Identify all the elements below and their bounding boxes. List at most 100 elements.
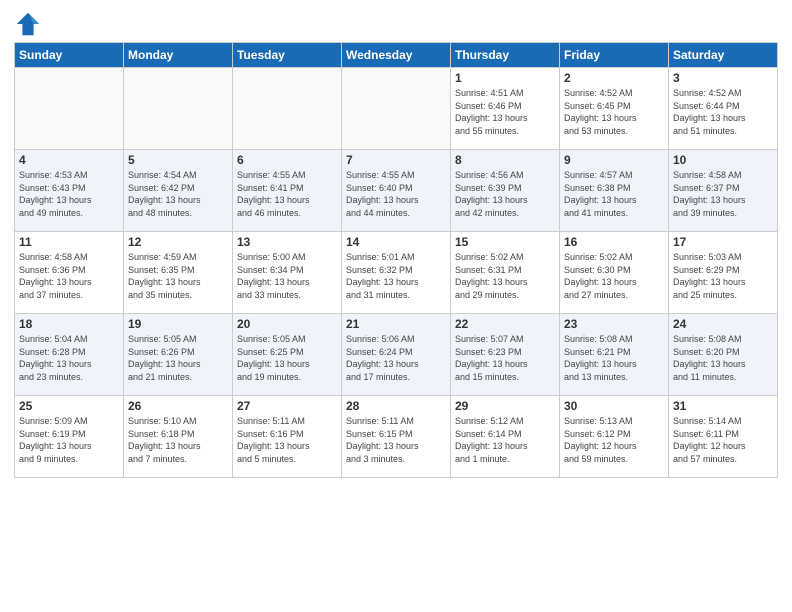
calendar-cell: 9 Sunrise: 4:57 AM Sunset: 6:38 PM Daylig… <box>560 150 669 232</box>
day-info: Sunrise: 4:52 AM Sunset: 6:45 PM Dayligh… <box>564 87 664 137</box>
day-number: 17 <box>673 235 773 249</box>
day-number: 8 <box>455 153 555 167</box>
day-number: 29 <box>455 399 555 413</box>
calendar-cell: 26 Sunrise: 5:10 AM Sunset: 6:18 PM Dayli… <box>124 396 233 478</box>
day-number: 9 <box>564 153 664 167</box>
day-number: 31 <box>673 399 773 413</box>
day-number: 14 <box>346 235 446 249</box>
calendar-cell: 21 Sunrise: 5:06 AM Sunset: 6:24 PM Dayli… <box>342 314 451 396</box>
calendar-cell: 22 Sunrise: 5:07 AM Sunset: 6:23 PM Dayli… <box>451 314 560 396</box>
calendar-table: SundayMondayTuesdayWednesdayThursdayFrid… <box>14 42 778 478</box>
day-number: 21 <box>346 317 446 331</box>
day-info: Sunrise: 5:14 AM Sunset: 6:11 PM Dayligh… <box>673 415 773 465</box>
day-number: 2 <box>564 71 664 85</box>
logo-icon <box>14 10 42 38</box>
day-number: 10 <box>673 153 773 167</box>
calendar-cell: 29 Sunrise: 5:12 AM Sunset: 6:14 PM Dayli… <box>451 396 560 478</box>
day-number: 25 <box>19 399 119 413</box>
day-number: 28 <box>346 399 446 413</box>
day-info: Sunrise: 5:00 AM Sunset: 6:34 PM Dayligh… <box>237 251 337 301</box>
day-number: 27 <box>237 399 337 413</box>
calendar-cell: 1 Sunrise: 4:51 AM Sunset: 6:46 PM Daylig… <box>451 68 560 150</box>
calendar-header-thursday: Thursday <box>451 43 560 68</box>
day-number: 5 <box>128 153 228 167</box>
calendar-cell: 2 Sunrise: 4:52 AM Sunset: 6:45 PM Daylig… <box>560 68 669 150</box>
calendar-cell: 4 Sunrise: 4:53 AM Sunset: 6:43 PM Daylig… <box>15 150 124 232</box>
calendar-cell: 6 Sunrise: 4:55 AM Sunset: 6:41 PM Daylig… <box>233 150 342 232</box>
day-number: 22 <box>455 317 555 331</box>
day-info: Sunrise: 4:55 AM Sunset: 6:40 PM Dayligh… <box>346 169 446 219</box>
logo-area <box>14 10 44 38</box>
calendar-header-wednesday: Wednesday <box>342 43 451 68</box>
page-container: SundayMondayTuesdayWednesdayThursdayFrid… <box>0 0 792 486</box>
calendar-cell: 18Sunrise: 5:04 AM Sunset: 6:28 PM Dayli… <box>15 314 124 396</box>
day-number: 24 <box>673 317 773 331</box>
day-number: 18 <box>19 317 119 331</box>
day-number: 16 <box>564 235 664 249</box>
calendar-cell: 14 Sunrise: 5:01 AM Sunset: 6:32 PM Dayli… <box>342 232 451 314</box>
day-info: Sunrise: 4:52 AM Sunset: 6:44 PM Dayligh… <box>673 87 773 137</box>
calendar-week-3: 11Sunrise: 4:58 AM Sunset: 6:36 PM Dayli… <box>15 232 778 314</box>
calendar-week-1: 1 Sunrise: 4:51 AM Sunset: 6:46 PM Daylig… <box>15 68 778 150</box>
calendar-cell <box>124 68 233 150</box>
day-number: 19 <box>128 317 228 331</box>
calendar-cell: 7 Sunrise: 4:55 AM Sunset: 6:40 PM Daylig… <box>342 150 451 232</box>
calendar-cell: 27 Sunrise: 5:11 AM Sunset: 6:16 PM Dayli… <box>233 396 342 478</box>
day-number: 4 <box>19 153 119 167</box>
calendar-week-4: 18Sunrise: 5:04 AM Sunset: 6:28 PM Dayli… <box>15 314 778 396</box>
calendar-cell: 31 Sunrise: 5:14 AM Sunset: 6:11 PM Dayli… <box>669 396 778 478</box>
calendar-cell: 5 Sunrise: 4:54 AM Sunset: 6:42 PM Daylig… <box>124 150 233 232</box>
day-info: Sunrise: 5:12 AM Sunset: 6:14 PM Dayligh… <box>455 415 555 465</box>
calendar-cell: 10 Sunrise: 4:58 AM Sunset: 6:37 PM Dayli… <box>669 150 778 232</box>
day-number: 6 <box>237 153 337 167</box>
day-info: Sunrise: 4:57 AM Sunset: 6:38 PM Dayligh… <box>564 169 664 219</box>
day-info: Sunrise: 5:02 AM Sunset: 6:31 PM Dayligh… <box>455 251 555 301</box>
day-info: Sunrise: 4:56 AM Sunset: 6:39 PM Dayligh… <box>455 169 555 219</box>
day-info: Sunrise: 5:02 AM Sunset: 6:30 PM Dayligh… <box>564 251 664 301</box>
day-number: 12 <box>128 235 228 249</box>
calendar-header-saturday: Saturday <box>669 43 778 68</box>
calendar-cell: 8 Sunrise: 4:56 AM Sunset: 6:39 PM Daylig… <box>451 150 560 232</box>
day-info: Sunrise: 5:11 AM Sunset: 6:16 PM Dayligh… <box>237 415 337 465</box>
calendar-cell: 16 Sunrise: 5:02 AM Sunset: 6:30 PM Dayli… <box>560 232 669 314</box>
day-info: Sunrise: 5:03 AM Sunset: 6:29 PM Dayligh… <box>673 251 773 301</box>
calendar-cell: 12 Sunrise: 4:59 AM Sunset: 6:35 PM Dayli… <box>124 232 233 314</box>
day-info: Sunrise: 4:58 AM Sunset: 6:37 PM Dayligh… <box>673 169 773 219</box>
day-number: 15 <box>455 235 555 249</box>
day-info: Sunrise: 5:05 AM Sunset: 6:26 PM Dayligh… <box>128 333 228 383</box>
calendar-cell: 23Sunrise: 5:08 AM Sunset: 6:21 PM Dayli… <box>560 314 669 396</box>
calendar-week-5: 25Sunrise: 5:09 AM Sunset: 6:19 PM Dayli… <box>15 396 778 478</box>
calendar-cell: 24 Sunrise: 5:08 AM Sunset: 6:20 PM Dayli… <box>669 314 778 396</box>
calendar-cell: 3Sunrise: 4:52 AM Sunset: 6:44 PM Daylig… <box>669 68 778 150</box>
calendar-header-sunday: Sunday <box>15 43 124 68</box>
day-info: Sunrise: 5:11 AM Sunset: 6:15 PM Dayligh… <box>346 415 446 465</box>
day-info: Sunrise: 4:54 AM Sunset: 6:42 PM Dayligh… <box>128 169 228 219</box>
day-info: Sunrise: 5:05 AM Sunset: 6:25 PM Dayligh… <box>237 333 337 383</box>
day-number: 26 <box>128 399 228 413</box>
day-info: Sunrise: 5:10 AM Sunset: 6:18 PM Dayligh… <box>128 415 228 465</box>
day-info: Sunrise: 5:08 AM Sunset: 6:20 PM Dayligh… <box>673 333 773 383</box>
calendar-header-row: SundayMondayTuesdayWednesdayThursdayFrid… <box>15 43 778 68</box>
calendar-week-2: 4 Sunrise: 4:53 AM Sunset: 6:43 PM Daylig… <box>15 150 778 232</box>
day-info: Sunrise: 5:01 AM Sunset: 6:32 PM Dayligh… <box>346 251 446 301</box>
header <box>14 10 778 38</box>
day-number: 23 <box>564 317 664 331</box>
day-info: Sunrise: 4:51 AM Sunset: 6:46 PM Dayligh… <box>455 87 555 137</box>
calendar-cell: 17 Sunrise: 5:03 AM Sunset: 6:29 PM Dayli… <box>669 232 778 314</box>
calendar-cell: 30 Sunrise: 5:13 AM Sunset: 6:12 PM Dayli… <box>560 396 669 478</box>
calendar-header-friday: Friday <box>560 43 669 68</box>
day-number: 30 <box>564 399 664 413</box>
day-info: Sunrise: 4:55 AM Sunset: 6:41 PM Dayligh… <box>237 169 337 219</box>
day-info: Sunrise: 4:53 AM Sunset: 6:43 PM Dayligh… <box>19 169 119 219</box>
day-info: Sunrise: 5:06 AM Sunset: 6:24 PM Dayligh… <box>346 333 446 383</box>
day-info: Sunrise: 4:59 AM Sunset: 6:35 PM Dayligh… <box>128 251 228 301</box>
day-number: 13 <box>237 235 337 249</box>
day-number: 7 <box>346 153 446 167</box>
day-number: 1 <box>455 71 555 85</box>
calendar-cell <box>233 68 342 150</box>
day-info: Sunrise: 5:07 AM Sunset: 6:23 PM Dayligh… <box>455 333 555 383</box>
calendar-cell: 28 Sunrise: 5:11 AM Sunset: 6:15 PM Dayli… <box>342 396 451 478</box>
day-number: 20 <box>237 317 337 331</box>
day-info: Sunrise: 5:13 AM Sunset: 6:12 PM Dayligh… <box>564 415 664 465</box>
calendar-cell: 25Sunrise: 5:09 AM Sunset: 6:19 PM Dayli… <box>15 396 124 478</box>
